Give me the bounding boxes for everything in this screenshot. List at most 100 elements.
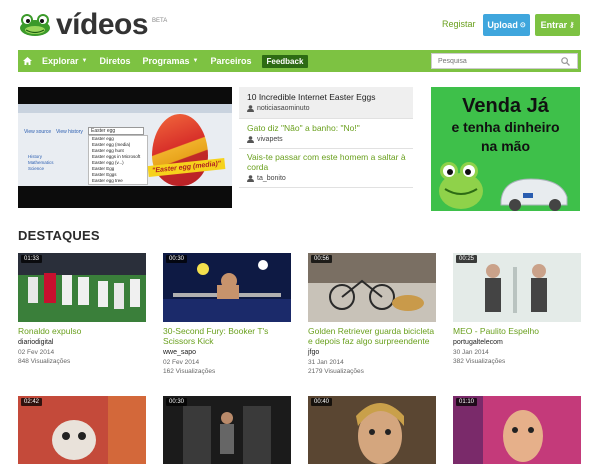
browser-bar <box>18 104 232 113</box>
login-button[interactable]: Entrar ⚷ <box>535 14 580 36</box>
advertisement-banner[interactable]: Venda Já e tenha dinheiro na mão <box>431 87 580 211</box>
nav-home[interactable] <box>18 50 36 72</box>
thumbnail-image <box>453 396 581 464</box>
user-icon <box>247 105 254 112</box>
video-title[interactable]: 30-Second Fury: Booker T's Scissors Kick <box>163 326 291 346</box>
video-card[interactable]: 02:42 <box>18 396 146 464</box>
video-author[interactable]: jfgo <box>308 349 436 356</box>
featured-item-author-name: vivapets <box>257 136 283 143</box>
video-thumbnail[interactable]: 00:40 <box>308 396 436 464</box>
caret-down-icon: ▼ <box>81 58 88 64</box>
featured-item-author-name: noticiasaominuto <box>257 105 310 112</box>
video-thumbnail[interactable]: 01:33 <box>18 253 146 322</box>
section-title-destaques: DESTAQUES <box>18 228 100 243</box>
video-card[interactable]: 00:30 30-Second Fury: Booker T's Scissor… <box>163 253 291 375</box>
video-date: 02 Fev 2014 <box>18 349 55 356</box>
register-link[interactable]: Registar <box>442 19 476 29</box>
video-author[interactable]: wwe_sapo <box>163 349 291 356</box>
ad-subline-2: na mão <box>480 138 530 154</box>
video-thumbnail[interactable]: 00:30 <box>163 253 291 322</box>
video-card[interactable]: 00:56 Golden Retriever guarda bicicleta … <box>308 253 436 375</box>
featured-item[interactable]: 10 Incredible Internet Easter Eggs notic… <box>239 87 413 119</box>
video-sidebar-links: History Mathematics Science <box>28 154 54 172</box>
thumbnail-image <box>308 396 436 464</box>
featured-video-frame: View source View history Easter egg East… <box>18 104 232 186</box>
video-author[interactable]: portugaltelecom <box>453 339 581 346</box>
featured-item-title: 10 Incredible Internet Easter Eggs <box>247 92 376 102</box>
caret-down-icon: ▼ <box>192 58 199 64</box>
upload-button[interactable]: Upload ⊙ <box>483 14 530 36</box>
thumbnail-image <box>18 253 146 322</box>
video-duration: 01:33 <box>21 255 43 263</box>
main-nav: Explorar ▼ Diretos Programas ▼ Parceiros… <box>18 50 581 72</box>
video-thumbnail[interactable]: 00:25 <box>453 253 581 322</box>
video-thumbnail[interactable]: 01:10 <box>453 396 581 464</box>
thumbnail-image <box>163 253 291 322</box>
video-title[interactable]: Ronaldo expulso <box>18 326 146 336</box>
nav-parceiros-label: Parceiros <box>210 56 252 66</box>
search-input[interactable] <box>432 54 558 68</box>
featured-video-player[interactable]: View source View history Easter egg East… <box>18 87 232 208</box>
video-duration: 00:25 <box>456 255 478 263</box>
video-duration: 00:40 <box>311 398 333 406</box>
video-card[interactable]: 01:10 <box>453 396 581 464</box>
view-source-link: View source <box>24 129 52 135</box>
upload-icon: ⊙ <box>519 22 526 29</box>
video-views: 382 Visualizações <box>453 358 506 365</box>
featured-item-author-name: ta_bonito <box>257 175 286 182</box>
featured-item-author: noticiasaominuto <box>247 105 407 112</box>
thumbnail-image <box>453 253 581 322</box>
nav-parceiros[interactable]: Parceiros <box>204 50 257 72</box>
video-author[interactable]: diariodigital <box>18 339 146 346</box>
video-thumbnail[interactable]: 00:30 <box>163 396 291 464</box>
ad-subline: e tenha dinheiro <box>451 119 560 135</box>
search-box <box>431 53 578 69</box>
view-history-link: View history <box>56 129 83 135</box>
feedback-button[interactable]: Feedback <box>261 54 309 68</box>
nav-diretos[interactable]: Diretos <box>93 50 136 72</box>
video-sidebar-link: Science <box>28 166 45 171</box>
video-duration: 01:10 <box>456 398 478 406</box>
video-thumbnail[interactable]: 02:42 <box>18 396 146 464</box>
video-date: 31 Jan 2014 <box>308 359 344 366</box>
thumbnail-image <box>308 253 436 322</box>
video-views: 162 Visualizações <box>163 368 216 375</box>
video-duration: 02:42 <box>21 398 43 406</box>
frog-logo-icon <box>20 14 50 36</box>
nav-programas-label: Programas <box>142 56 190 66</box>
featured-item-title: Vais-te passar com este homem a saltar à… <box>247 152 406 172</box>
site-logo[interactable]: vídeos BETA <box>18 8 167 42</box>
ad-frog-car-illustration <box>439 162 568 211</box>
featured-item[interactable]: Gato diz "Não" a banho: "No!" vivapets <box>239 119 413 149</box>
home-icon <box>22 57 32 65</box>
featured-item-title: Gato diz "Não" a banho: "No!" <box>247 123 360 133</box>
video-card[interactable]: 00:30 <box>163 396 291 464</box>
featured-list: 10 Incredible Internet Easter Eggs notic… <box>239 87 413 188</box>
video-title[interactable]: Golden Retriever guarda bicicleta e depo… <box>308 326 436 346</box>
nav-programas[interactable]: Programas ▼ <box>136 50 204 72</box>
user-icon <box>247 136 254 143</box>
login-button-label: Entrar <box>540 20 568 30</box>
search-button[interactable] <box>558 54 572 68</box>
video-date: 02 Fev 2014 <box>163 359 200 366</box>
video-date: 30 Jan 2014 <box>453 349 489 356</box>
user-icon <box>247 175 254 182</box>
suggestion-item: Easter egg tree <box>92 178 123 183</box>
featured-item-author: vivapets <box>247 136 407 143</box>
upload-button-label: Upload <box>487 20 518 30</box>
site-header: vídeos BETA Registar Upload ⊙ Entrar ⚷ <box>0 0 600 48</box>
thumbnail-image <box>18 396 146 464</box>
video-views: 2179 Visualizações <box>308 368 364 375</box>
featured-item[interactable]: Vais-te passar com este homem a saltar à… <box>239 149 413 188</box>
video-card[interactable]: 00:25 MEO - Paulito Espelho portugaltele… <box>453 253 581 365</box>
nav-explorar[interactable]: Explorar ▼ <box>36 50 93 72</box>
video-title[interactable]: MEO - Paulito Espelho <box>453 326 581 336</box>
thumbnail-image <box>163 396 291 464</box>
beta-label: BETA <box>152 18 168 24</box>
ad-headline: Venda Já <box>462 95 549 117</box>
video-card[interactable]: 00:40 <box>308 396 436 464</box>
video-card[interactable]: 01:33 Ronaldo expulso diariodigital 02 F… <box>18 253 146 365</box>
key-icon: ⚷ <box>569 22 575 29</box>
video-thumbnail[interactable]: 00:56 <box>308 253 436 322</box>
video-search-query: Easter egg <box>88 127 144 135</box>
